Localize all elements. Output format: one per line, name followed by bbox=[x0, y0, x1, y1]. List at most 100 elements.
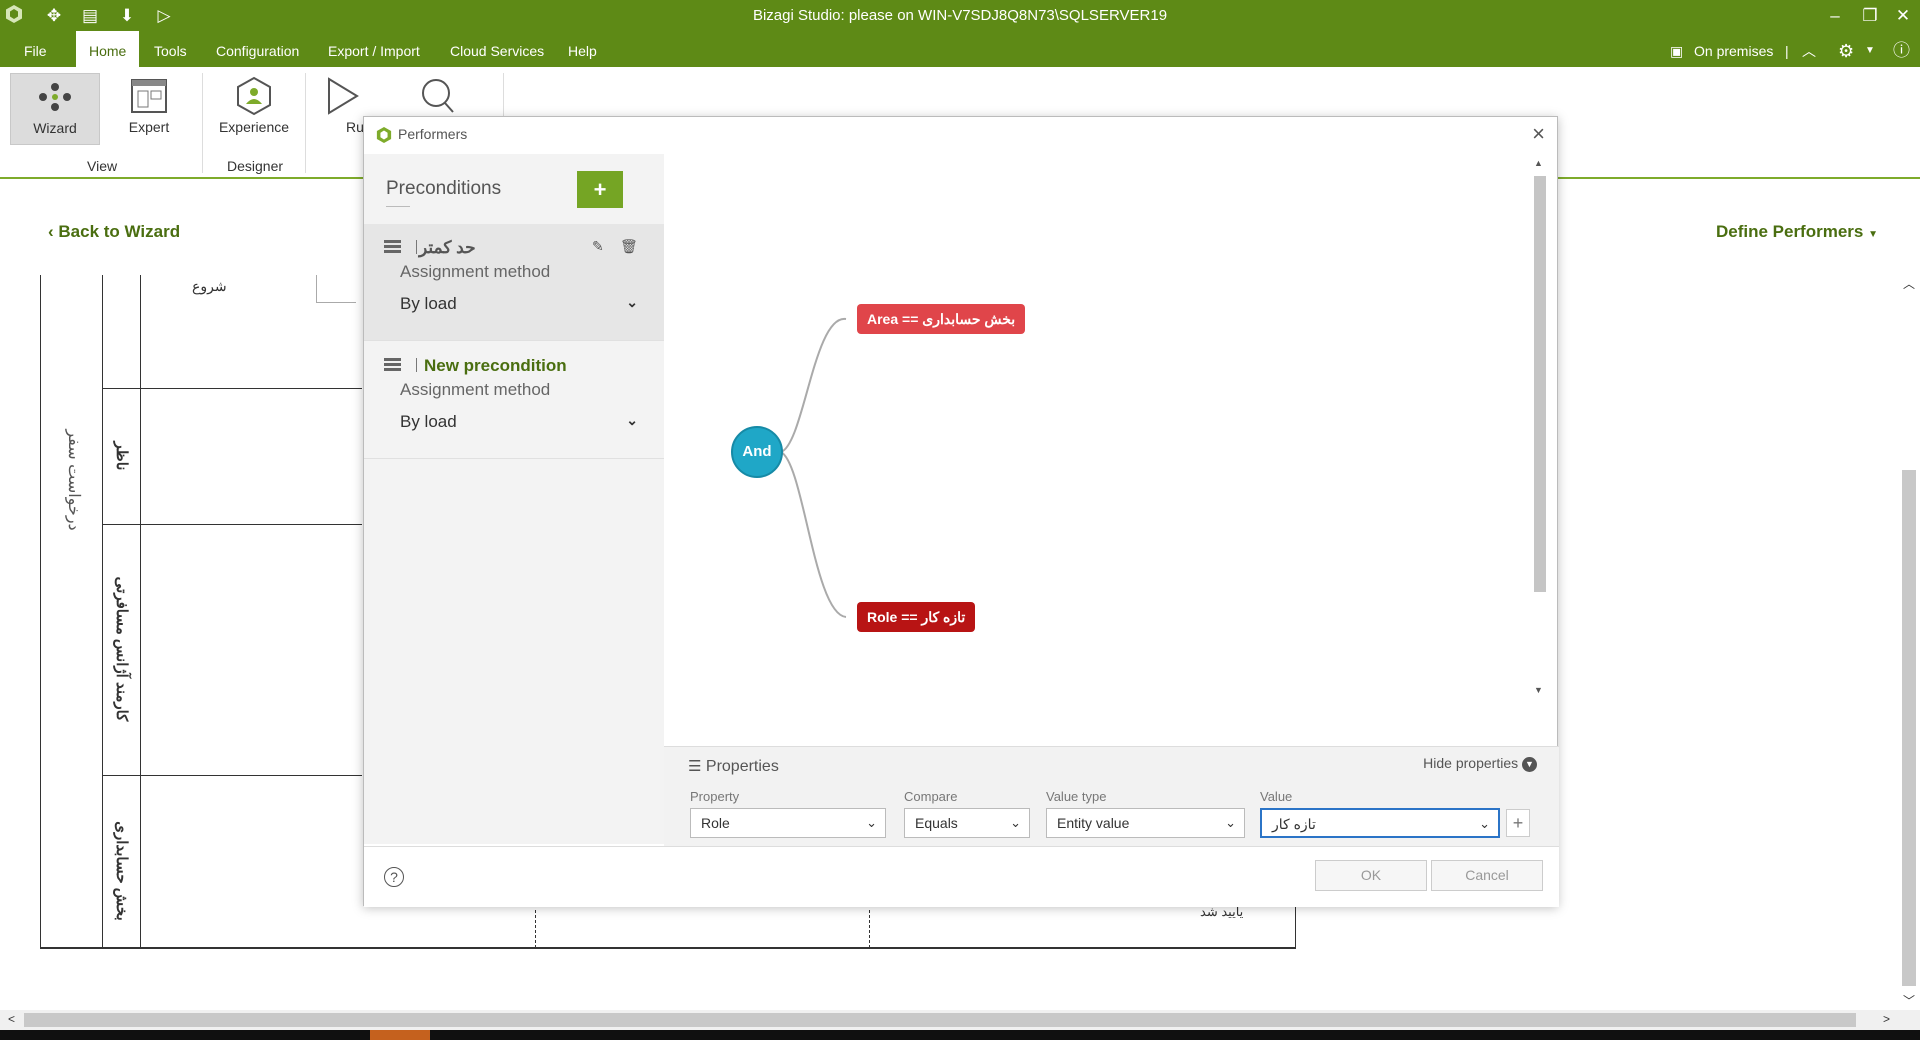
restore-button[interactable]: ❐ bbox=[1855, 3, 1885, 29]
tree-scroll-thumb[interactable] bbox=[1534, 176, 1546, 592]
properties-title: ☰ Properties bbox=[688, 757, 779, 776]
menu-export-import[interactable]: Export / Import bbox=[318, 31, 430, 67]
vertical-scrollbar[interactable]: ︿ ﹀ bbox=[1898, 270, 1920, 1010]
menu-home[interactable]: Home bbox=[76, 31, 140, 67]
chevron-down-icon: ⌄ bbox=[1010, 815, 1021, 830]
menu-file[interactable]: File bbox=[14, 31, 57, 67]
scroll-right-icon[interactable]: > bbox=[1883, 1012, 1890, 1026]
scroll-up-icon[interactable]: ▲ bbox=[1534, 158, 1543, 168]
tree-scrollbar[interactable]: ▲ ▼ bbox=[1531, 158, 1546, 698]
help-icon[interactable]: ? bbox=[384, 867, 404, 887]
compare-label: Compare bbox=[904, 789, 958, 804]
list-icon bbox=[384, 358, 401, 372]
chevron-left-icon: ‹ bbox=[48, 222, 54, 241]
scroll-down-icon[interactable]: ﹀ bbox=[1903, 992, 1915, 1009]
ribbon-separator bbox=[305, 73, 306, 173]
scroll-left-icon[interactable]: < bbox=[8, 1012, 15, 1026]
back-to-wizard-link[interactable]: ‹ Back to Wizard bbox=[48, 222, 180, 242]
heading-underline bbox=[386, 206, 410, 207]
property-select[interactable]: Role ⌄ bbox=[690, 808, 886, 838]
chevron-down-icon: ⌄ bbox=[866, 815, 877, 830]
condition-area[interactable]: Area == بخش حسابدارى bbox=[857, 304, 1026, 334]
window-title: Bizagi Studio: please on WIN-V7SDJ8Q8N73… bbox=[752, 7, 1168, 24]
value-type-select[interactable]: Entity value ⌄ bbox=[1046, 808, 1245, 838]
horizontal-scrollbar[interactable]: < > bbox=[0, 1010, 1920, 1030]
menu-cloud-services[interactable]: Cloud Services bbox=[440, 31, 554, 67]
minimize-button[interactable]: – bbox=[1820, 3, 1850, 29]
condition-tree[interactable]: And Area == بخش حسابدارى Role == تازه كا… bbox=[664, 154, 1540, 704]
define-performers-dropdown[interactable]: Define Performers ▼ bbox=[1716, 222, 1878, 242]
menu-tools[interactable]: Tools bbox=[144, 31, 197, 67]
ok-button[interactable]: OK bbox=[1315, 860, 1427, 891]
close-icon[interactable]: × bbox=[1532, 121, 1545, 147]
precondition-item[interactable]: حد كمتر ✎ 🗑 Assignment method By load ⌄ bbox=[364, 224, 664, 341]
condition-role-text: Role == تازه كار bbox=[867, 609, 966, 625]
list-icon bbox=[384, 240, 401, 254]
value-label: Value bbox=[1260, 789, 1293, 804]
help-icon[interactable]: ⓘ bbox=[1893, 31, 1910, 67]
taskbar-app[interactable] bbox=[370, 1030, 430, 1040]
caret-down-icon: ▼ bbox=[1868, 229, 1878, 240]
chevron-down-circle-icon: ▼ bbox=[1522, 756, 1537, 772]
hscroll-thumb[interactable] bbox=[24, 1013, 1856, 1027]
divider: | bbox=[1785, 43, 1789, 59]
pool-bottom bbox=[40, 948, 1296, 949]
cancel-button[interactable]: Cancel bbox=[1431, 860, 1543, 891]
search-icon bbox=[408, 73, 468, 119]
condition-area-text: Area == بخش حسابدارى bbox=[867, 311, 1016, 327]
precondition-item[interactable]: New precondition Assignment method By lo… bbox=[364, 342, 664, 459]
chevron-down-icon: ⌄ bbox=[626, 294, 638, 310]
start-event-label: شروع bbox=[192, 278, 227, 294]
add-precondition-button[interactable]: + bbox=[577, 171, 623, 208]
lane-line bbox=[102, 775, 362, 776]
expert-button[interactable]: Expert bbox=[104, 73, 194, 145]
taskbar bbox=[0, 1030, 1920, 1040]
divider bbox=[416, 240, 417, 254]
chevron-down-icon[interactable]: ▼ bbox=[1865, 31, 1875, 67]
lane-title-accounting: بخش حسابدارى bbox=[113, 821, 130, 921]
properties-title-text: Properties bbox=[705, 758, 779, 775]
wizard-label: Wizard bbox=[33, 120, 77, 136]
menu-configuration[interactable]: Configuration bbox=[206, 31, 309, 67]
assignment-method-value: By load bbox=[400, 412, 457, 431]
scroll-thumb[interactable] bbox=[1902, 470, 1916, 986]
lane-title-agency: كارمند آژانس مسافرتى bbox=[113, 576, 130, 722]
add-value-button[interactable]: + bbox=[1506, 809, 1530, 837]
ribbon-separator bbox=[202, 73, 203, 173]
wizard-button[interactable]: Wizard bbox=[10, 73, 100, 145]
menu-help[interactable]: Help bbox=[558, 31, 607, 67]
value-select[interactable]: تازه كار ⌄ bbox=[1260, 808, 1500, 838]
assignment-method-select[interactable]: By load ⌄ bbox=[400, 412, 648, 432]
expert-icon bbox=[104, 73, 194, 119]
trash-icon[interactable]: 🗑 bbox=[620, 238, 638, 255]
experience-button[interactable]: Experience bbox=[209, 73, 299, 145]
scroll-up-icon[interactable]: ︿ bbox=[1903, 275, 1915, 292]
compare-value: Equals bbox=[915, 815, 958, 831]
lane-line bbox=[102, 388, 362, 389]
precondition-name: حد كمتر bbox=[419, 238, 476, 257]
hide-properties-link[interactable]: Hide properties ▼ bbox=[1423, 755, 1537, 772]
milestone-divider bbox=[535, 910, 536, 948]
condition-role[interactable]: Role == تازه كار bbox=[857, 602, 976, 632]
scroll-down-icon[interactable]: ▼ bbox=[1534, 685, 1543, 695]
property-value: Role bbox=[701, 815, 730, 831]
pencil-icon[interactable]: ✎ bbox=[592, 238, 604, 255]
collapse-ribbon-icon[interactable]: ︿ bbox=[1802, 31, 1816, 67]
dialog-footer: ? OK Cancel bbox=[364, 846, 1559, 907]
compare-select[interactable]: Equals ⌄ bbox=[904, 808, 1030, 838]
bizagi-dialog-icon bbox=[376, 126, 392, 147]
and-node[interactable]: And bbox=[731, 426, 783, 478]
performers-dialog: Performers × Preconditions + حد كمتر ✎ 🗑… bbox=[363, 116, 1559, 907]
close-window-button[interactable]: ✕ bbox=[1888, 3, 1918, 29]
divider bbox=[416, 358, 417, 372]
menu-bar: File Home Tools Configuration Export / I… bbox=[0, 31, 1920, 67]
value-value: تازه كار bbox=[1272, 816, 1316, 832]
value-type-label: Value type bbox=[1046, 789, 1107, 804]
on-premises-label[interactable]: On premises bbox=[1694, 31, 1773, 67]
milestone-divider bbox=[869, 910, 870, 948]
play-icon bbox=[312, 73, 372, 119]
define-performers-label: Define Performers bbox=[1715, 222, 1864, 241]
gear-icon[interactable]: ⚙ bbox=[1838, 31, 1854, 67]
assignment-method-select[interactable]: By load ⌄ bbox=[400, 294, 648, 314]
hide-properties-label: Hide properties bbox=[1423, 755, 1519, 771]
